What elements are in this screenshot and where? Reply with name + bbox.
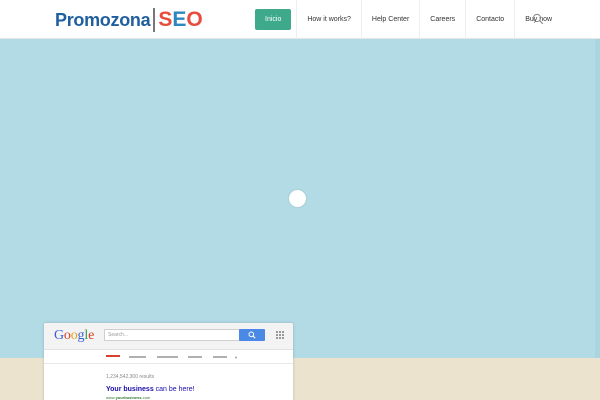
logo-letter: S (158, 8, 173, 31)
mockup-result-url: www.yourbusiness.com (106, 395, 150, 400)
main-nav: Inicio How it works? Help Center Careers… (250, 0, 562, 39)
mockup-tab (213, 356, 227, 358)
apps-grid-icon (276, 331, 284, 339)
site-logo[interactable]: Promozona S E O (55, 7, 203, 33)
result-title-bold: Your business (106, 386, 154, 393)
logo-letter: E (172, 8, 187, 31)
google-search-mockup: G o o g l e Search... ▼ 1,234,542,300 re… (44, 323, 293, 400)
mockup-results-count: 1,234,542,300 results (106, 374, 155, 380)
logo-letter: e (88, 328, 95, 343)
mockup-tab (157, 356, 178, 358)
mockup-search-button (239, 329, 265, 341)
result-url-bold: yourbusiness (115, 395, 142, 400)
nav-item-how-it-works[interactable]: How it works? (296, 0, 361, 39)
mockup-tabs: ▼ (44, 350, 293, 364)
result-title-rest: can be here! (153, 386, 195, 393)
google-logo: G o o g l e (54, 328, 94, 344)
nav-item-label: Contacto (476, 16, 505, 23)
result-url-pre: www. (106, 395, 116, 400)
logo-letter: g (77, 328, 85, 343)
mockup-result-title: Your business can be here! (106, 386, 195, 393)
result-url-post: .com (141, 395, 151, 400)
mockup-tab (188, 356, 202, 358)
mockup-search-input: Search... (104, 329, 240, 341)
site-header: Promozona S E O Inicio How it works? Hel… (0, 0, 600, 39)
mockup-tab (129, 356, 146, 358)
logo-text-seo: S E O (158, 8, 202, 32)
nav-item-label: How it works? (307, 16, 351, 23)
mockup-search-bar: G o o g l e Search... (44, 323, 293, 350)
logo-letter: o (70, 328, 78, 343)
nav-item-label: Inicio (255, 9, 292, 30)
nav-item-careers[interactable]: Careers (419, 0, 465, 39)
nav-item-label: Careers (430, 16, 456, 23)
search-icon[interactable] (532, 13, 544, 25)
chevron-down-icon: ▼ (234, 355, 238, 360)
mockup-tab-active (106, 355, 120, 357)
logo-text-promozona: Promozona (55, 9, 151, 30)
nav-item-contacto[interactable]: Contacto (465, 0, 514, 39)
logo-letter: O (186, 8, 203, 31)
nav-item-label: Help Center (371, 16, 410, 23)
logo-divider (153, 8, 156, 32)
nav-item-help-center[interactable]: Help Center (360, 0, 419, 39)
nav-item-inicio[interactable]: Inicio (250, 0, 296, 39)
search-icon (248, 331, 256, 339)
logo-letter: o (63, 328, 71, 343)
page-scrollbar[interactable] (595, 39, 600, 358)
logo-letter: G (54, 328, 64, 343)
loading-indicator (289, 190, 306, 207)
